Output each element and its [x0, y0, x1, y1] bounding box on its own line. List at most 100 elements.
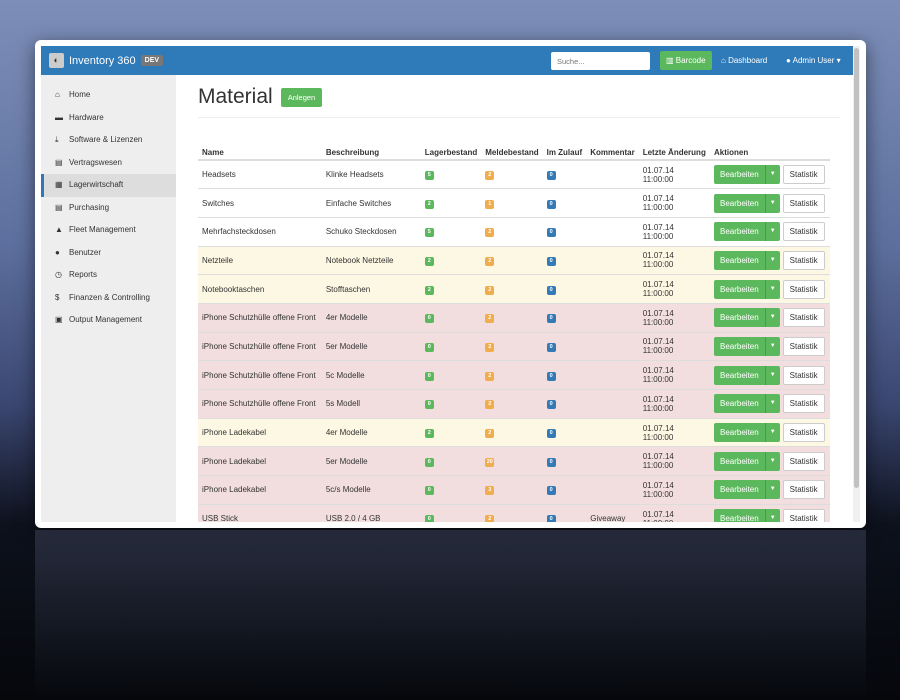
edit-button[interactable]: Bearbeiten ▼ — [714, 365, 780, 385]
sidebar-item-finanzen-controlling[interactable]: $ Finanzen & Controlling — [41, 287, 176, 310]
caret-down-icon[interactable]: ▼ — [764, 165, 780, 185]
column-header[interactable]: Aktionen — [710, 130, 830, 161]
caret-down-icon[interactable]: ▼ — [764, 423, 780, 443]
sidebar-item-reports[interactable]: ◷ Reports — [41, 264, 176, 287]
actions-cell: Bearbeiten ▼ Statistik — [710, 446, 830, 476]
sidebar-item-benutzer[interactable]: ● Benutzer — [41, 242, 176, 265]
caret-down-icon[interactable]: ▼ — [764, 509, 780, 522]
scrollbar-thumb[interactable] — [854, 48, 859, 488]
caret-down-icon[interactable]: ▼ — [764, 193, 780, 213]
sidebar-item-home[interactable]: ⌂ Home — [41, 84, 176, 107]
table-row[interactable]: Notebooktaschen Stofftaschen 2 2 0 01.07… — [198, 274, 830, 304]
caret-down-icon[interactable]: ▼ — [764, 451, 780, 471]
table-row[interactable]: iPhone Schutzhülle offene Front 5s Model… — [198, 389, 830, 419]
caret-down-icon[interactable]: ▼ — [764, 365, 780, 385]
statistics-button[interactable]: Statistik — [782, 365, 825, 385]
statistics-button[interactable]: Statistik — [782, 480, 825, 500]
table-row[interactable]: USB Stick USB 2.0 / 4 GB 0 2 0 Giveaway … — [198, 503, 830, 522]
dashboard-link[interactable]: ⌂ Dashboard — [721, 46, 767, 75]
table-row[interactable]: Headsets Klinke Headsets 5 2 0 01.07.14 … — [198, 159, 830, 189]
user-menu[interactable]: ● Admin User ▾ — [786, 46, 841, 75]
scrollbar[interactable] — [853, 46, 860, 522]
statistics-button[interactable]: Statistik — [782, 394, 825, 414]
incoming-cell: 0 — [542, 331, 587, 361]
table-row[interactable]: iPhone Ladekabel 5c/s Modelle 0 3 0 01.0… — [198, 475, 830, 505]
statistics-button[interactable]: Statistik — [782, 451, 825, 471]
edit-button[interactable]: Bearbeiten ▼ — [714, 394, 780, 414]
sidebar-item-label: Fleet Management — [69, 225, 136, 234]
edit-button[interactable]: Bearbeiten ▼ — [714, 509, 780, 522]
description-cell: Notebook Netzteile — [321, 245, 421, 275]
edit-button[interactable]: Bearbeiten ▼ — [714, 193, 780, 213]
sidebar-item-purchasing[interactable]: ▤ Purchasing — [41, 197, 176, 220]
sidebar-item-output-management[interactable]: ▣ Output Management — [41, 309, 176, 332]
barcode-button[interactable]: ▥ Barcode — [660, 51, 712, 70]
sidebar-item-software-lizenzen[interactable]: ⤓ Software & Lizenzen — [41, 129, 176, 152]
column-header[interactable]: Letzte Änderung — [638, 130, 710, 161]
name-cell: iPhone Ladekabel — [198, 475, 322, 505]
edit-button[interactable]: Bearbeiten ▼ — [714, 250, 780, 270]
table-row[interactable]: Mehrfachsteckdosen Schuko Steckdosen 5 2… — [198, 216, 830, 247]
statistics-button[interactable]: Statistik — [782, 165, 825, 185]
column-header[interactable]: Im Zulauf — [542, 130, 587, 161]
caret-down-icon[interactable]: ▼ — [764, 308, 780, 328]
stock-cell: 0 — [420, 360, 482, 390]
caret-down-icon[interactable]: ▼ — [764, 336, 780, 356]
min-stock-badge: 1 — [485, 199, 495, 209]
sidebar-item-fleet-management[interactable]: ▲ Fleet Management — [41, 219, 176, 242]
comment-cell — [586, 446, 639, 476]
column-header[interactable]: Lagerbestand — [420, 130, 482, 161]
edit-label: Bearbeiten — [720, 514, 759, 522]
statistics-button[interactable]: Statistik — [782, 423, 825, 443]
edit-button[interactable]: Bearbeiten ▼ — [714, 451, 780, 471]
edit-button[interactable]: Bearbeiten ▼ — [714, 480, 780, 500]
edit-button[interactable]: Bearbeiten ▼ — [714, 308, 780, 328]
table-row[interactable]: iPhone Schutzhülle offene Front 5c Model… — [198, 360, 830, 390]
incoming-badge: 0 — [546, 171, 556, 181]
edit-button[interactable]: Bearbeiten ▼ — [714, 222, 780, 242]
min-stock-cell: 2 — [481, 417, 543, 447]
table-row[interactable]: Netzteile Notebook Netzteile 2 2 0 01.07… — [198, 245, 830, 275]
create-button[interactable]: Anlegen — [280, 87, 323, 107]
sidebar-icon: ▤ — [55, 157, 63, 167]
table-row[interactable]: iPhone Ladekabel 4er Modelle 2 2 0 01.07… — [198, 417, 830, 447]
column-header[interactable]: Kommentar — [586, 130, 639, 161]
search-input[interactable] — [551, 52, 650, 70]
caret-down-icon[interactable]: ▼ — [764, 279, 780, 299]
table-row[interactable]: iPhone Ladekabel 5er Modelle 0 20 0 01.0… — [198, 446, 830, 476]
caret-down-icon[interactable]: ▼ — [764, 394, 780, 414]
caret-down-icon[interactable]: ▼ — [764, 222, 780, 242]
statistics-button[interactable]: Statistik — [782, 279, 825, 299]
edit-button[interactable]: Bearbeiten ▼ — [714, 165, 780, 185]
statistics-button[interactable]: Statistik — [782, 250, 825, 270]
statistics-button[interactable]: Statistik — [782, 336, 825, 356]
statistics-button[interactable]: Statistik — [782, 308, 825, 328]
incoming-badge: 0 — [546, 256, 556, 266]
statistics-button[interactable]: Statistik — [782, 509, 825, 522]
statistics-button[interactable]: Statistik — [782, 193, 825, 213]
comment-cell — [586, 245, 639, 275]
actions-cell: Bearbeiten ▼ Statistik — [710, 302, 830, 333]
sidebar-item-lagerwirtschaft[interactable]: ▦ Lagerwirtschaft — [41, 174, 176, 197]
min-stock-cell: 2 — [481, 274, 543, 304]
table-row[interactable]: iPhone Schutzhülle offene Front 5er Mode… — [198, 331, 830, 361]
table-row[interactable]: iPhone Schutzhülle offene Front 4er Mode… — [198, 302, 830, 333]
sidebar-item-hardware[interactable]: ▬ Hardware — [41, 107, 176, 130]
incoming-cell: 0 — [542, 245, 587, 275]
table-row[interactable]: Switches Einfache Switches 2 1 0 01.07.1… — [198, 188, 830, 218]
min-stock-badge: 2 — [485, 515, 495, 522]
app-title[interactable]: Inventory 360 — [69, 55, 136, 67]
incoming-badge: 0 — [546, 400, 556, 410]
statistics-button[interactable]: Statistik — [782, 222, 825, 242]
column-header[interactable]: Name — [198, 130, 322, 161]
caret-down-icon[interactable]: ▼ — [764, 250, 780, 270]
edit-button[interactable]: Bearbeiten ▼ — [714, 279, 780, 299]
edit-button[interactable]: Bearbeiten ▼ — [714, 336, 780, 356]
caret-down-icon[interactable]: ▼ — [764, 480, 780, 500]
sidebar-item-vertragswesen[interactable]: ▤ Vertragswesen — [41, 152, 176, 175]
edit-button[interactable]: Bearbeiten ▼ — [714, 423, 780, 443]
actions-cell: Bearbeiten ▼ Statistik — [710, 216, 830, 247]
min-stock-badge: 2 — [485, 285, 495, 295]
column-header[interactable]: Meldebestand — [481, 130, 543, 161]
column-header[interactable]: Beschreibung — [321, 130, 421, 161]
